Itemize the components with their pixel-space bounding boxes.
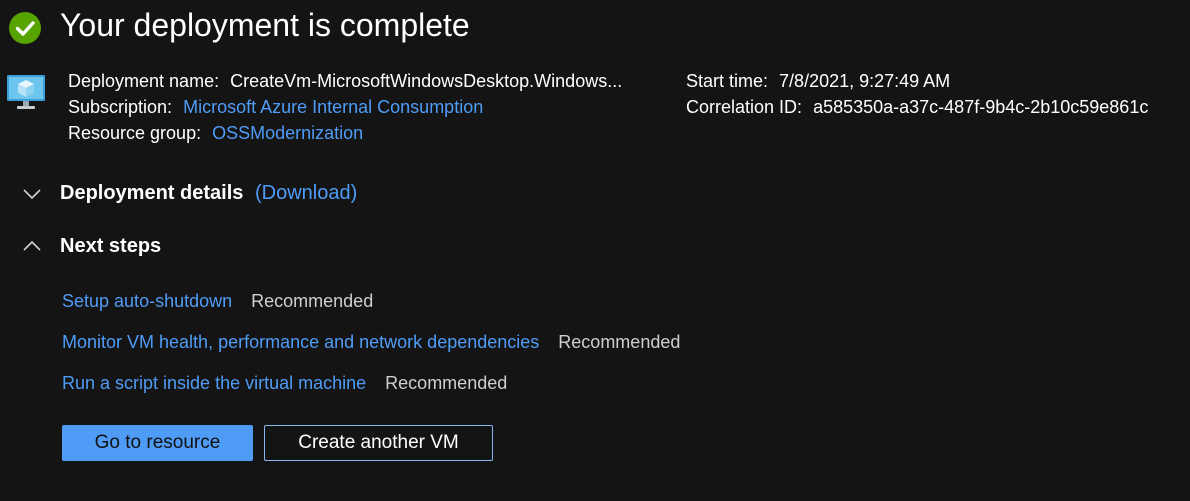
next-steps-toggle[interactable]: Next steps — [60, 233, 161, 259]
create-another-vm-button[interactable]: Create another VM — [264, 425, 493, 461]
resource-group-row: Resource group: OSSModernization — [68, 122, 363, 144]
virtual-machine-icon — [7, 75, 45, 109]
list-item: Run a script inside the virtual machine … — [62, 371, 507, 395]
resource-group-label: Resource group: — [68, 123, 202, 143]
run-script-link[interactable]: Run a script inside the virtual machine — [62, 373, 366, 393]
setup-auto-shutdown-link[interactable]: Setup auto-shutdown — [62, 291, 232, 311]
list-item: Setup auto-shutdown Recommended — [62, 289, 373, 313]
subscription-row: Subscription: Microsoft Azure Internal C… — [68, 96, 483, 118]
chevron-up-icon[interactable] — [22, 239, 42, 253]
correlation-id-label: Correlation ID: — [686, 97, 803, 117]
recommended-tag: Recommended — [558, 332, 681, 352]
start-time-label: Start time: — [686, 71, 769, 91]
resource-group-link[interactable]: OSSModernization — [212, 123, 363, 143]
download-link[interactable]: (Download) — [255, 180, 357, 206]
success-check-icon — [9, 12, 41, 44]
recommended-tag: Recommended — [385, 373, 508, 393]
deployment-name-row: Deployment name: CreateVm-MicrosoftWindo… — [68, 70, 622, 92]
deployment-name-label: Deployment name: — [68, 71, 220, 91]
list-item: Monitor VM health, performance and netwo… — [62, 330, 680, 354]
subscription-label: Subscription: — [68, 97, 173, 117]
monitor-vm-health-link[interactable]: Monitor VM health, performance and netwo… — [62, 332, 539, 352]
start-time-value: 7/8/2021, 9:27:49 AM — [779, 71, 951, 91]
page-title: Your deployment is complete — [60, 7, 470, 43]
recommended-tag: Recommended — [251, 291, 374, 311]
deployment-name-value: CreateVm-MicrosoftWindowsDesktop.Windows… — [230, 71, 623, 91]
go-to-resource-button[interactable]: Go to resource — [62, 425, 253, 461]
correlation-id-value: a585350a-a37c-487f-9b4c-2b10c59e861c — [813, 97, 1149, 117]
subscription-link[interactable]: Microsoft Azure Internal Consumption — [183, 97, 483, 117]
correlation-id-row: Correlation ID: a585350a-a37c-487f-9b4c-… — [686, 96, 1148, 118]
deployment-details-toggle[interactable]: Deployment details — [60, 180, 243, 206]
chevron-down-icon[interactable] — [22, 187, 42, 201]
start-time-row: Start time: 7/8/2021, 9:27:49 AM — [686, 70, 950, 92]
